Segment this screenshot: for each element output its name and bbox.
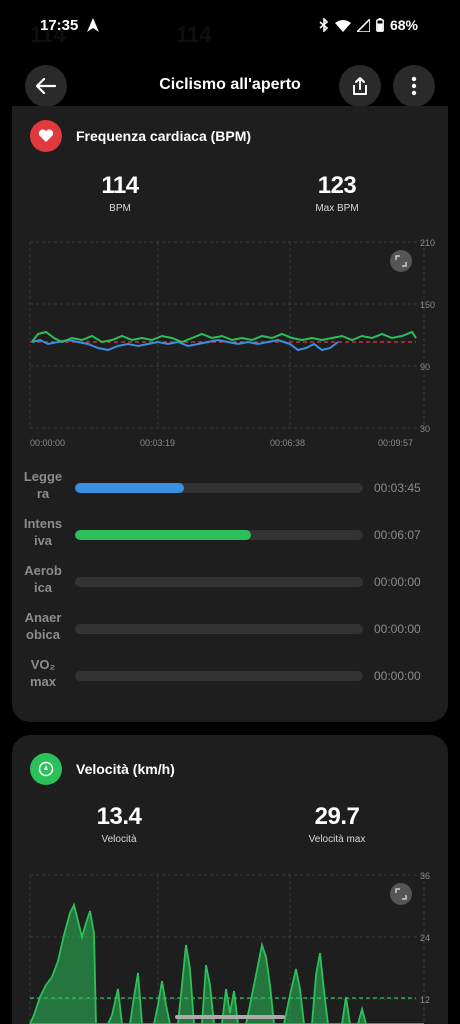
expand-icon (395, 255, 407, 267)
hr-x-tick-2: 00:06:38 (270, 438, 305, 448)
avg-speed-stat: 13.4 Velocità (59, 803, 179, 845)
max-heart-rate-label: Max BPM (315, 203, 359, 214)
zone-name-line2: ra (36, 486, 50, 501)
avg-speed-label: Velocità (101, 834, 137, 845)
hr-y-tick-2: 90 (420, 362, 430, 372)
zone-time: 00:00:00 (374, 622, 421, 636)
zone-name: Legge ra (20, 468, 66, 502)
zone-progress-fill (75, 483, 185, 493)
speed-y-tick-2: 12 (420, 995, 430, 1005)
share-button[interactable] (339, 65, 381, 107)
share-icon (353, 77, 367, 95)
zone-name-line2: iva (33, 533, 53, 548)
zone-row: VO₂ max 00:00:00 (12, 656, 448, 696)
zone-name-line2: max (29, 674, 57, 689)
more-options-button[interactable] (393, 65, 435, 107)
navigation-arrow-icon (87, 18, 99, 32)
max-heart-rate-value: 123 (317, 172, 357, 199)
ghost-header-value-2: 114 (176, 22, 212, 47)
speed-header: Velocità (km/h) (30, 753, 175, 785)
max-speed-stat: 29.7 Velocità max (277, 803, 397, 845)
zone-name: Aerob ica (20, 562, 66, 596)
zone-row: Legge ra 00:03:45 (12, 468, 448, 508)
status-icons: 68% (319, 17, 418, 33)
heart-rate-header: Frequenza cardiaca (BPM) (30, 120, 251, 152)
speed-title: Velocità (km/h) (76, 761, 175, 777)
max-speed-label: Velocità max (308, 834, 366, 845)
zone-row: Anaer obica 00:00:00 (12, 609, 448, 649)
zone-progress-track (75, 671, 363, 681)
speed-series (29, 902, 424, 1024)
speed-icon (30, 753, 62, 785)
zone-time: 00:00:00 (374, 575, 421, 589)
zone-name-line1: Aerob (24, 563, 62, 578)
zone-name-line1: Legge (23, 469, 63, 484)
speed-y-tick-0: 36 (420, 871, 430, 881)
zone-progress-track (75, 577, 363, 587)
speed-y-tick-1: 24 (420, 933, 430, 943)
battery-percent: 68% (389, 17, 418, 33)
avg-heart-rate-label: BPM (109, 203, 131, 214)
max-heart-rate-stat: 123 Max BPM (277, 172, 397, 214)
heart-rate-chart: 210 150 90 30 00:00:00 00:03:19 00:06:38… (29, 238, 435, 448)
heart-rate-card: Frequenza cardiaca (BPM) 114 BPM 123 Max… (12, 106, 448, 722)
expand-icon (395, 888, 407, 900)
zone-time: 00:00:00 (374, 669, 421, 683)
zone-name-line1: VO₂ (30, 657, 56, 672)
zone-name-line1: Intens (23, 516, 63, 531)
speed-card: Velocità (km/h) 13.4 Velocità 29.7 Veloc… (12, 735, 448, 1024)
hr-y-tick-3: 30 (420, 424, 430, 434)
more-vertical-icon (411, 76, 417, 96)
hr-x-tick-3: 00:09:57 (378, 438, 413, 448)
hr-y-tick-1: 150 (420, 300, 435, 310)
hr-x-tick-0: 00:00:00 (30, 438, 65, 448)
zone-name: Anaer obica (20, 609, 66, 643)
zone-name: VO₂ max (20, 656, 66, 690)
zone-name-line2: ica (33, 580, 53, 595)
expand-speed-chart-button[interactable] (390, 883, 412, 905)
app-bar: Ciclismo all'aperto (0, 62, 460, 110)
speed-chart: 36 24 12 (29, 871, 430, 1024)
expand-heart-rate-chart-button[interactable] (390, 250, 412, 272)
status-time: 17:35 (40, 17, 79, 34)
hr-y-tick-0: 210 (420, 238, 435, 248)
signal-icon (356, 18, 370, 32)
battery-icon (376, 18, 384, 32)
max-speed-value: 29.7 (314, 803, 360, 830)
gesture-navigation-bar[interactable] (175, 1015, 285, 1019)
zone-row: Intens iva 00:06:07 (12, 515, 448, 555)
heart-icon (30, 120, 62, 152)
page-title: Ciclismo all'aperto (159, 76, 301, 93)
avg-heart-rate-value: 114 (101, 172, 139, 199)
wifi-icon (334, 19, 351, 32)
avg-heart-rate-stat: 114 BPM (60, 172, 180, 214)
bluetooth-icon (319, 18, 329, 32)
zone-progress-track (75, 624, 363, 634)
zone-name-line2: obica (26, 627, 60, 642)
zone-progress-track (75, 483, 363, 493)
heart-rate-title: Frequenza cardiaca (BPM) (76, 128, 252, 144)
zone-progress-fill (75, 530, 251, 540)
status-bar: 114 114 17:35 68% (0, 0, 460, 56)
zone-row: Aerob ica 00:00:00 (12, 562, 448, 602)
zone-time: 00:06:07 (374, 528, 421, 542)
zone-name: Intens iva (20, 515, 66, 549)
zone-time: 00:03:45 (374, 481, 421, 495)
avg-speed-value: 13.4 (96, 803, 142, 830)
zone-progress-track (75, 530, 363, 540)
hr-x-tick-1: 00:03:19 (140, 438, 175, 448)
zone-name-line1: Anaer (24, 610, 62, 625)
